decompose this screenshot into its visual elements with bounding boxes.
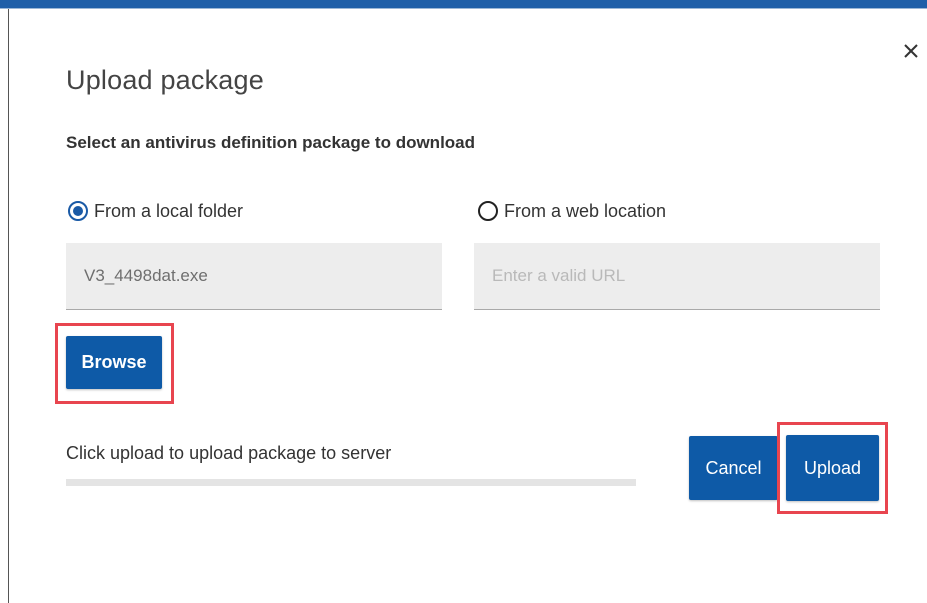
dialog-subtitle: Select an antivirus definition package t… bbox=[66, 133, 476, 152]
radio-checked-icon[interactable] bbox=[68, 201, 88, 221]
window-top-bar bbox=[0, 0, 927, 9]
upload-status-text: Click upload to upload package to server bbox=[66, 443, 392, 463]
cancel-button[interactable]: Cancel bbox=[689, 436, 778, 500]
radio-web-location[interactable]: From a web location bbox=[478, 197, 666, 225]
upload-button[interactable]: Upload bbox=[786, 435, 879, 501]
upload-progress-bar bbox=[66, 479, 636, 486]
local-file-field[interactable] bbox=[66, 243, 442, 310]
radio-local-folder-label: From a local folder bbox=[94, 200, 244, 221]
radio-unchecked-icon[interactable] bbox=[478, 201, 498, 221]
close-icon[interactable] bbox=[898, 38, 924, 64]
browse-button[interactable]: Browse bbox=[66, 336, 162, 389]
close-icon-glyph bbox=[904, 44, 918, 58]
dialog-title: Upload package bbox=[66, 65, 264, 95]
radio-local-folder[interactable]: From a local folder bbox=[68, 197, 243, 225]
upload-package-dialog: Upload package Select an antivirus defin… bbox=[0, 0, 927, 603]
dialog-left-border bbox=[8, 9, 9, 603]
web-url-field[interactable] bbox=[474, 243, 880, 310]
radio-web-location-label: From a web location bbox=[504, 200, 667, 221]
